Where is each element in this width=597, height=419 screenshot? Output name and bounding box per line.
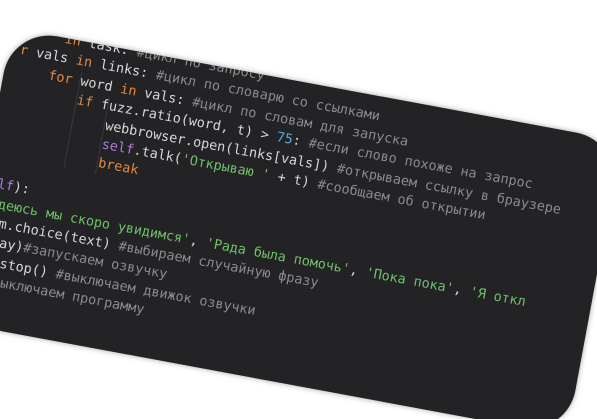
code-view[interactable]: in task: #цикл по запросу r vals in links… — [0, 28, 571, 399]
code-token: for — [47, 67, 74, 88]
code-token: ): — [12, 179, 32, 198]
code-editor-panel: in task: #цикл по запросу r vals in links… — [0, 28, 597, 419]
screenshot-stage: in task: #цикл по запросу r vals in links… — [0, 0, 597, 419]
